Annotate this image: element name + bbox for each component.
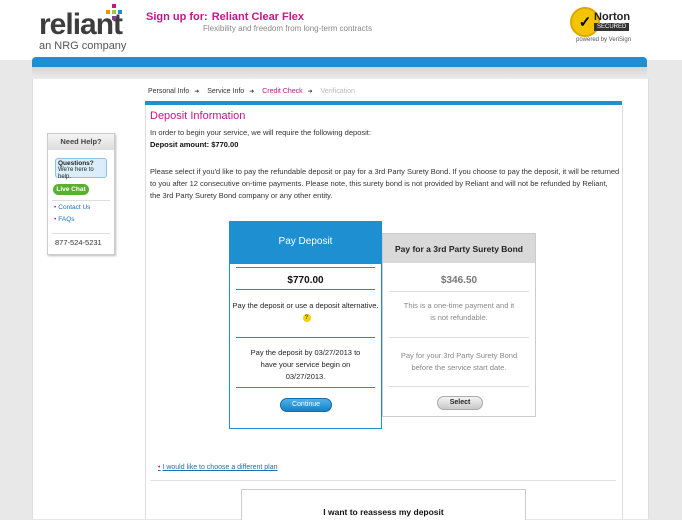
deposit-intro: In order to begin your service, we will … — [150, 128, 371, 137]
surety-bond-heading: Pay for a 3rd Party Surety Bond — [383, 234, 535, 263]
site-header: reliant an NRG company Sign up for: Relia… — [0, 0, 682, 60]
signup-heading: Sign up for: Reliant Clear Flex — [146, 11, 304, 23]
plan-name: Reliant Clear Flex — [211, 11, 305, 23]
surety-bond-option: Pay for a 3rd Party Surety Bond $346.50 … — [382, 233, 536, 417]
norton-secured-label: SECURED — [594, 23, 630, 31]
surety-note-line: before the service start date. — [411, 363, 507, 372]
deposit-explanation: Please select if you'd like to pay the r… — [150, 167, 620, 200]
deposit-note-line: 03/27/2013. — [285, 372, 326, 381]
select-button[interactable]: Select — [437, 396, 483, 410]
surety-bond-price: $346.50 — [440, 275, 478, 286]
bullet-icon: • — [158, 464, 161, 471]
logo-plus-icon — [106, 4, 122, 20]
arrow-right-icon: ➜ — [307, 89, 313, 95]
deposit-title: Deposit Information — [150, 110, 246, 122]
surety-bond-note: Pay for your 3rd Party Surety Bond befor… — [383, 350, 535, 374]
step-service-info: Service Info — [207, 88, 245, 95]
contact-us-link[interactable]: • Contact Us — [54, 204, 90, 211]
divider — [52, 200, 110, 201]
pay-deposit-option: Pay Deposit $770.00 Pay the deposit or u… — [229, 221, 382, 429]
step-personal-info: Personal Info — [148, 88, 190, 95]
divider — [52, 233, 110, 234]
surety-desc-line: This is a one-time payment and it — [403, 301, 515, 310]
divider — [389, 291, 529, 292]
deposit-amount: Deposit amount: $770.00 — [150, 140, 239, 149]
deposit-description: Pay the deposit or use a deposit alterna… — [230, 300, 381, 324]
continue-button[interactable]: Continue — [280, 398, 332, 412]
pay-deposit-heading: Pay Deposit — [230, 222, 381, 264]
divider — [236, 289, 375, 290]
divider — [236, 387, 375, 388]
arrow-right-icon: ➜ — [194, 89, 200, 95]
divider — [150, 480, 616, 481]
surety-note-line: Pay for your 3rd Party Surety Bond — [400, 351, 518, 360]
questions-bubble: Questions? We're here to help. — [55, 158, 107, 180]
different-plan-label: I would like to choose a different plan — [162, 464, 278, 471]
progress-steps: Personal Info ➜ Service Info ➜ Credit Chec… — [148, 88, 360, 95]
deposit-desc-text: Pay the deposit or use a deposit alterna… — [232, 301, 379, 310]
deposit-price: $770.00 — [287, 275, 324, 286]
divider — [236, 337, 375, 338]
reassess-heading: I want to reassess my deposit — [323, 507, 444, 517]
contact-us-label: Contact Us — [58, 204, 91, 211]
step-credit-check: Credit Check — [262, 88, 303, 95]
arrow-right-icon: ➜ — [249, 89, 255, 95]
deposit-note: Pay the deposit by 03/27/2013 to have yo… — [230, 347, 381, 383]
plan-subtitle: Flexibility and freedom from long-term c… — [203, 24, 372, 33]
need-help-box: Need Help? Questions? We're here to help… — [47, 133, 115, 255]
norton-brand: Norton — [594, 11, 631, 23]
deposit-note-line: have your service begin on — [260, 360, 351, 369]
norton-powered-by: powered by VeriSign — [576, 37, 632, 43]
surety-bond-description: This is a one-time payment and it is not… — [383, 300, 535, 324]
divider — [236, 267, 375, 268]
bullet-icon: • — [54, 204, 57, 211]
live-chat-button[interactable]: Live Chat — [53, 184, 89, 195]
deposit-note-line: Pay the deposit by 03/27/2013 to — [250, 348, 361, 357]
faqs-link[interactable]: • FAQs — [54, 216, 75, 223]
top-accent-bar — [32, 57, 647, 67]
bubble-text: We're here to help. — [58, 167, 94, 180]
reassess-deposit-box[interactable]: I want to reassess my deposit — [241, 489, 526, 520]
bullet-icon: • — [54, 216, 57, 223]
logo-tagline: an NRG company — [39, 40, 127, 52]
faqs-label: FAQs — [58, 216, 75, 223]
bubble-title: Questions? — [58, 160, 94, 167]
step-verification: Verification — [320, 88, 355, 95]
signup-prefix: Sign up for: — [146, 11, 208, 23]
divider — [389, 337, 529, 338]
norton-seal[interactable]: ✓ Norton SECURED powered by VeriSign — [570, 7, 634, 43]
phone-number: 877-524-5231 — [55, 238, 102, 247]
need-help-heading: Need Help? — [48, 134, 114, 150]
top-shadow-band — [32, 67, 647, 79]
different-plan-link[interactable]: • I would like to choose a different plan — [158, 464, 278, 471]
help-question-icon[interactable]: ? — [302, 314, 311, 323]
divider — [389, 386, 529, 387]
surety-desc-line: is not refundable. — [430, 313, 488, 322]
